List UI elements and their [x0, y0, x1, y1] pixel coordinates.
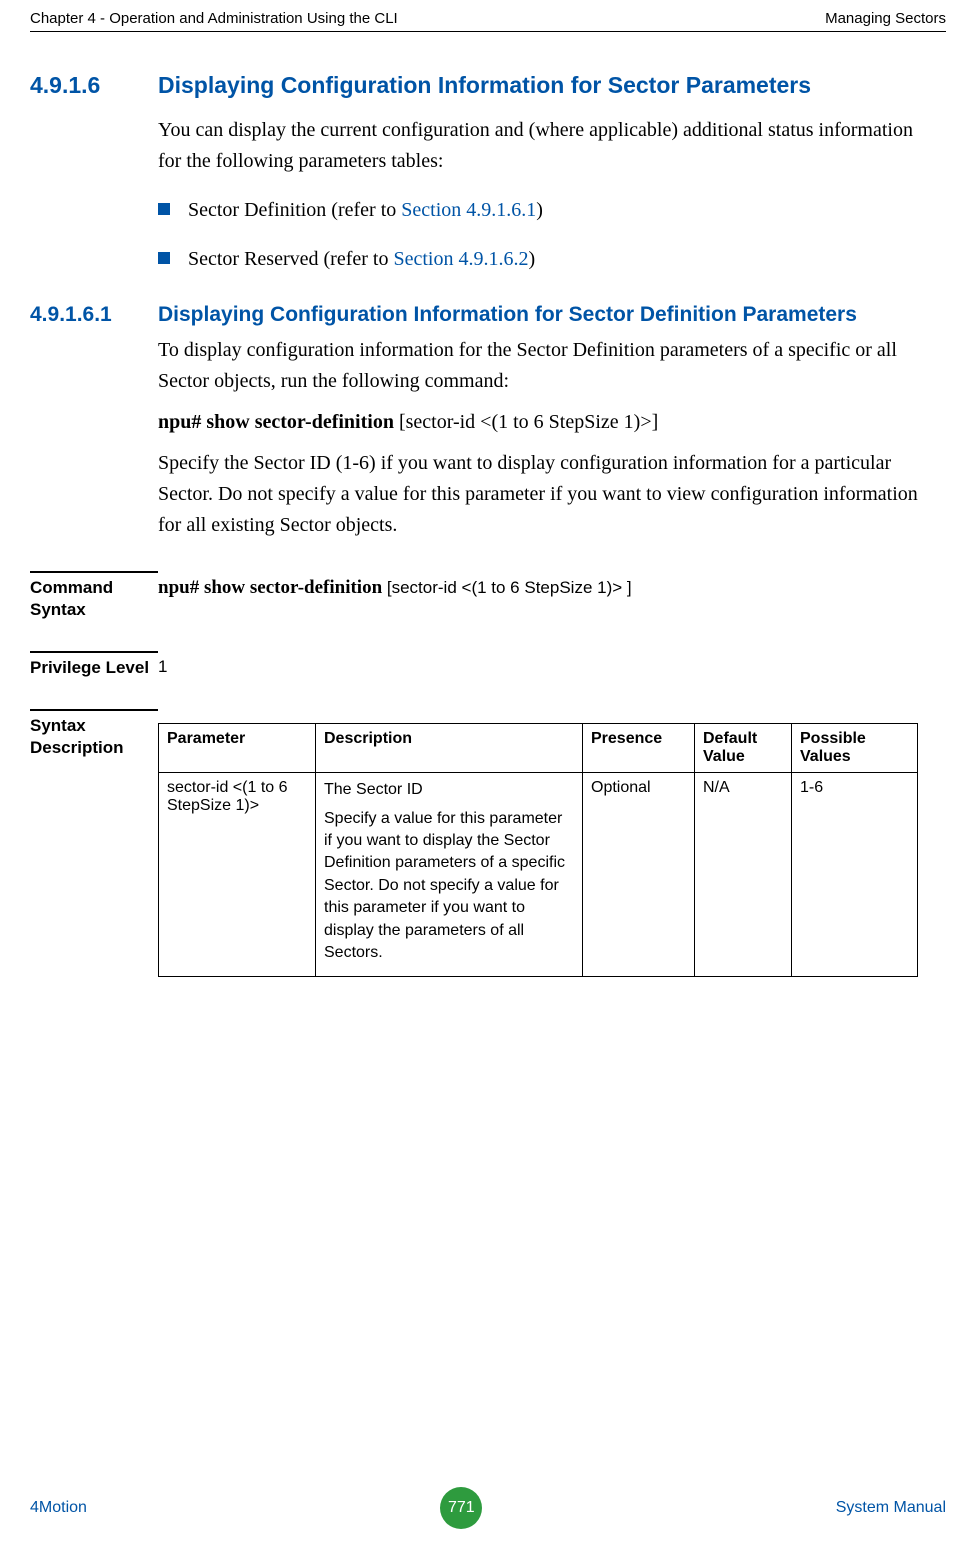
section-intro: You can display the current configuratio… — [158, 115, 918, 177]
syntax-description-label: Syntax Description — [30, 715, 158, 977]
th-presence: Presence — [583, 724, 695, 773]
bullet-suffix: ) — [536, 199, 543, 221]
command-line: npu# show sector-definition [sector-id <… — [158, 407, 918, 438]
footer-left: 4Motion — [30, 1499, 87, 1517]
privilege-level-value: 1 — [158, 657, 167, 679]
command-bold: npu# show sector-definition — [158, 577, 382, 598]
syntax-description-block: Syntax Description Parameter Description… — [30, 709, 946, 977]
command-syntax-value: npu# show sector-definition [sector-id <… — [158, 577, 632, 621]
page-header: Chapter 4 - Operation and Administration… — [30, 10, 946, 32]
rule-line — [30, 651, 158, 653]
bullet-suffix: ) — [528, 248, 535, 270]
header-right: Managing Sectors — [825, 10, 946, 27]
bullet-item: Sector Reserved (refer to Section 4.9.1.… — [158, 244, 918, 275]
privilege-level-block: Privilege Level 1 — [30, 651, 946, 679]
td-possible-values: 1-6 — [792, 773, 918, 977]
page-footer: 4Motion 771 System Manual — [30, 1487, 946, 1529]
page: Chapter 4 - Operation and Administration… — [0, 0, 976, 977]
page-number-badge: 771 — [440, 1487, 482, 1529]
command-syntax-block: Command Syntax npu# show sector-definiti… — [30, 571, 946, 621]
bullet-item: Sector Definition (refer to Section 4.9.… — [158, 195, 918, 226]
command-args: [sector-id <(1 to 6 StepSize 1)>] — [394, 411, 658, 433]
command-bold: npu# show sector-definition — [158, 411, 394, 433]
subsection-p1: To display configuration information for… — [158, 335, 918, 397]
section-link[interactable]: Section 4.9.1.6.2 — [393, 248, 528, 270]
section-number: 4.9.1.6 — [30, 72, 158, 99]
command-args: [sector-id <(1 to 6 StepSize 1)> ] — [382, 578, 631, 597]
rule-line — [30, 571, 158, 573]
table-header-row: Parameter Description Presence Default V… — [159, 724, 918, 773]
td-description: The Sector ID Specify a value for this p… — [316, 773, 583, 977]
privilege-level-label: Privilege Level — [30, 657, 158, 679]
bullet-prefix: Sector Reserved (refer to — [188, 248, 393, 270]
command-syntax-label: Command Syntax — [30, 577, 158, 621]
bullet-list: Sector Definition (refer to Section 4.9.… — [158, 195, 918, 275]
td-default-value: N/A — [695, 773, 792, 977]
desc-p2: Specify a value for this parameter if yo… — [324, 808, 574, 965]
header-left: Chapter 4 - Operation and Administration… — [30, 10, 398, 27]
th-description: Description — [316, 724, 583, 773]
td-parameter: sector-id <(1 to 6 StepSize 1)> — [159, 773, 316, 977]
subsection-heading: 4.9.1.6.1 Displaying Configuration Infor… — [30, 303, 946, 327]
bullet-prefix: Sector Definition (refer to — [188, 199, 401, 221]
th-default-value: Default Value — [695, 724, 792, 773]
th-possible-values: Possible Values — [792, 724, 918, 773]
section-title: Displaying Configuration Information for… — [158, 72, 811, 99]
bullet-icon — [158, 252, 170, 264]
bullet-text: Sector Definition (refer to Section 4.9.… — [188, 195, 543, 226]
bullet-text: Sector Reserved (refer to Section 4.9.1.… — [188, 244, 535, 275]
section-heading: 4.9.1.6 Displaying Configuration Informa… — [30, 72, 946, 99]
subsection-number: 4.9.1.6.1 — [30, 303, 158, 327]
syntax-table-wrap: Parameter Description Presence Default V… — [158, 715, 918, 977]
bullet-icon — [158, 203, 170, 215]
table-row: sector-id <(1 to 6 StepSize 1)> The Sect… — [159, 773, 918, 977]
th-parameter: Parameter — [159, 724, 316, 773]
subsection-p2: Specify the Sector ID (1-6) if you want … — [158, 448, 918, 541]
td-presence: Optional — [583, 773, 695, 977]
section-link[interactable]: Section 4.9.1.6.1 — [401, 199, 536, 221]
subsection-title: Displaying Configuration Information for… — [158, 303, 857, 327]
footer-right: System Manual — [836, 1499, 946, 1517]
desc-p1: The Sector ID — [324, 779, 574, 801]
syntax-table: Parameter Description Presence Default V… — [158, 723, 918, 977]
rule-line — [30, 709, 158, 711]
